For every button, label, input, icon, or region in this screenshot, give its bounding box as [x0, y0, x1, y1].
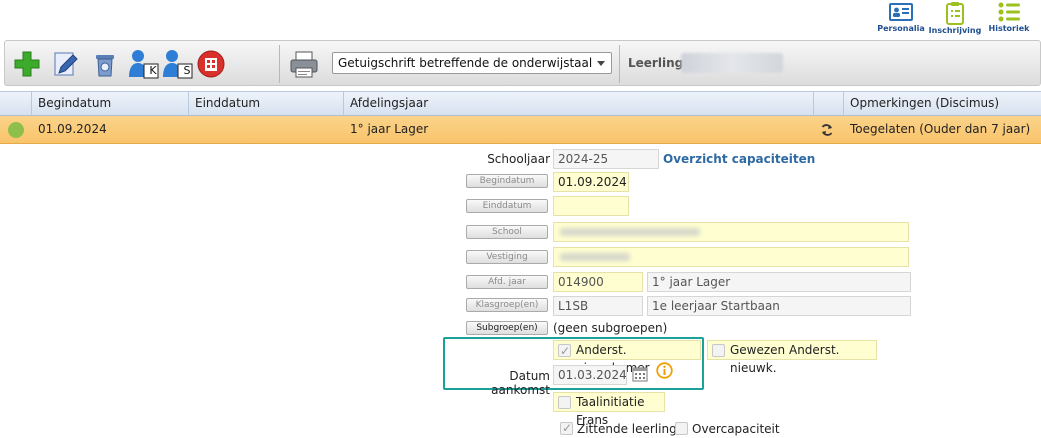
- gewezen-anderst-label: Gewezen Anderst. nieuwk.: [730, 343, 840, 375]
- toolbar: K S Getuigschrift betreffende de onderwi…: [4, 40, 1041, 86]
- header-afdelingsjaar[interactable]: Afdelingsjaar: [344, 92, 814, 115]
- grid-header: Begindatum Einddatum Afdelingsjaar Opmer…: [0, 91, 1041, 116]
- row-status: [0, 116, 32, 143]
- add-button[interactable]: [11, 47, 43, 81]
- nav-historiek[interactable]: Historiek: [985, 0, 1033, 38]
- hospital-icon: [197, 50, 225, 78]
- header-opmerkingen[interactable]: Opmerkingen (Discimus): [844, 92, 1041, 115]
- clipboard-icon: [946, 2, 964, 25]
- checkbox-checked-icon: [558, 342, 571, 360]
- print-button[interactable]: [287, 47, 321, 81]
- top-navigation: Personalia Inschrijving Historiek: [877, 0, 1033, 38]
- info-icon[interactable]: [656, 362, 673, 379]
- zittende-leerling-label: Zittende leerling: [577, 422, 677, 436]
- row-begindatum: 01.09.2024: [38, 122, 107, 136]
- klasgroep-code-field[interactable]: L1SB: [553, 296, 643, 316]
- school-field-redacted[interactable]: [553, 222, 909, 242]
- overcapaciteit-label: Overcapaciteit: [692, 422, 780, 436]
- overzicht-capaciteiten-link[interactable]: Overzicht capaciteiten: [663, 152, 815, 166]
- document-select-value: Getuigschrift betreffende de onderwijsta…: [338, 56, 593, 70]
- klasgroep-name-field: 1e leerjaar Startbaan: [647, 296, 911, 316]
- nav-inschrijving-label: Inschrijving: [928, 26, 982, 35]
- enrollment-grid: Begindatum Einddatum Afdelingsjaar Opmer…: [0, 91, 1041, 144]
- table-row[interactable]: 01.09.2024 1° jaar Lager Toegelaten (Oud…: [0, 116, 1041, 144]
- schooljaar-field[interactable]: 2024-25: [553, 149, 659, 169]
- row-opmerkingen: Toegelaten (Ouder dan 7 jaar): [850, 122, 1031, 136]
- leerling-name-redacted: [681, 53, 783, 73]
- vestiging-field-redacted[interactable]: [553, 247, 909, 267]
- datum-aankomst-label: Datum aankomst: [491, 369, 550, 397]
- einddatum-button[interactable]: Einddatum: [466, 199, 548, 213]
- chevron-down-icon: [597, 61, 605, 66]
- header-einddatum[interactable]: Einddatum: [189, 92, 344, 115]
- nav-personalia[interactable]: Personalia: [877, 0, 925, 38]
- toolbar-separator: [619, 45, 620, 83]
- school-button[interactable]: School: [466, 225, 548, 239]
- afd-jaar-button[interactable]: Afd. jaar: [466, 275, 548, 289]
- nav-personalia-label: Personalia: [877, 24, 925, 33]
- gewezen-anderst-checkbox[interactable]: Gewezen Anderst. nieuwk.: [707, 340, 877, 375]
- list-icon: [998, 2, 1020, 22]
- document-select[interactable]: Getuigschrift betreffende de onderwijsta…: [332, 52, 612, 74]
- user-k-button[interactable]: K: [127, 47, 161, 81]
- subgroep-value: (geen subgroepen): [553, 321, 668, 335]
- nav-historiek-label: Historiek: [988, 24, 1030, 33]
- hospital-button[interactable]: [195, 47, 227, 81]
- afd-jaar-code-field[interactable]: 014900: [553, 272, 643, 292]
- nav-inschrijving[interactable]: Inschrijving: [928, 0, 982, 38]
- checkbox-icon: [712, 344, 725, 357]
- begindatum-button[interactable]: Begindatum: [466, 174, 548, 188]
- calendar-icon[interactable]: [632, 366, 648, 382]
- anderst-nieuwkomer-checkbox[interactable]: Anderst. nieuwkomer: [553, 340, 701, 375]
- begindatum-field[interactable]: 01.09.2024: [553, 172, 629, 192]
- klasgroep-button[interactable]: Klasgroep(en): [466, 298, 548, 312]
- user-s-badge: S: [183, 64, 191, 77]
- trash-icon: [96, 55, 114, 77]
- leerling-label: Leerling:: [628, 56, 688, 70]
- status-dot-icon: [8, 122, 24, 138]
- header-action: [814, 92, 844, 115]
- printer-icon: [290, 51, 318, 78]
- header-begindatum[interactable]: Begindatum: [32, 92, 189, 115]
- row-einddatum: [189, 116, 344, 143]
- zittende-leerling-checkbox[interactable]: Zittende leerling: [560, 420, 677, 437]
- checkbox-icon: [675, 422, 688, 435]
- einddatum-field[interactable]: [553, 196, 629, 216]
- vestiging-button[interactable]: Vestiging: [466, 250, 548, 264]
- row-afdelingsjaar: 1° jaar Lager: [350, 122, 429, 136]
- id-card-icon: [889, 3, 913, 21]
- datum-aankomst-field[interactable]: 01.03.2024: [553, 365, 627, 385]
- schooljaar-label: Schooljaar: [487, 152, 550, 166]
- overcapaciteit-checkbox[interactable]: Overcapaciteit: [675, 421, 780, 437]
- taalinitiatie-checkbox[interactable]: Taalinitiatie Frans: [553, 392, 665, 427]
- toolbar-separator: [279, 45, 280, 83]
- afd-jaar-name-field: 1° jaar Lager: [647, 272, 911, 292]
- checkbox-checked-icon: [560, 420, 573, 436]
- refresh-icon: [821, 124, 833, 136]
- checkbox-icon: [558, 396, 571, 409]
- plus-icon: [14, 51, 40, 77]
- user-s-button[interactable]: S: [161, 47, 195, 81]
- user-k-badge: K: [149, 64, 157, 77]
- subgroep-button[interactable]: Subgroep(en): [466, 321, 548, 335]
- row-refresh[interactable]: [814, 116, 844, 143]
- edit-button[interactable]: [49, 47, 81, 81]
- delete-button[interactable]: [89, 47, 121, 81]
- edit-icon: [54, 52, 78, 76]
- header-status: [0, 92, 32, 115]
